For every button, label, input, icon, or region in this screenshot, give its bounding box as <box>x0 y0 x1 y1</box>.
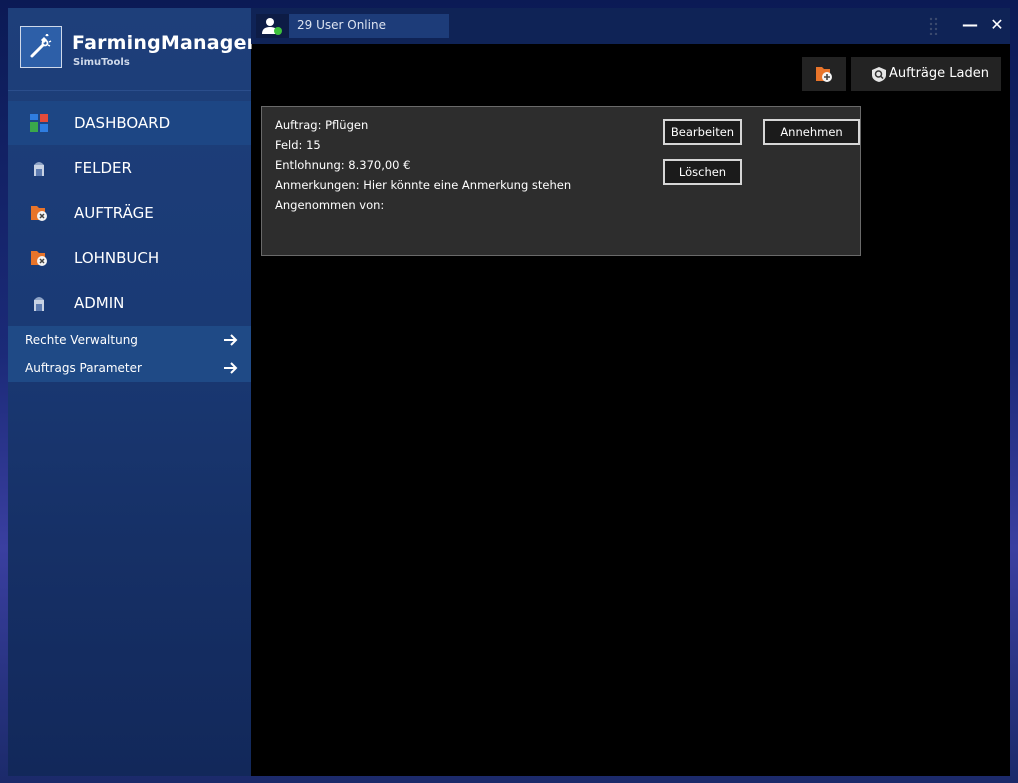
load-orders-button[interactable]: Aufträge Laden <box>851 57 1001 91</box>
sidebar-item-label: DASHBOARD <box>74 114 171 132</box>
delete-button[interactable]: Löschen <box>663 159 742 185</box>
order-card: Auftrag: Pflügen Feld: 15 Entlohnung: 8.… <box>261 106 861 256</box>
close-button[interactable]: ✕ <box>988 16 1006 34</box>
sidebar-item-dashboard[interactable]: DASHBOARD <box>8 101 251 145</box>
silo-icon <box>34 297 44 311</box>
app-subtitle: SimuTools <box>73 57 130 68</box>
sidebar-item-label: LOHNBUCH <box>74 249 160 267</box>
dashboard-icon <box>30 114 48 132</box>
sidebar-item-label: FELDER <box>74 159 132 177</box>
order-auftrag: Auftrag: Pflügen <box>275 118 369 132</box>
divider <box>8 90 251 91</box>
app-title: FarmingManager <box>72 32 257 54</box>
app-window: FarmingManager SimuTools DASHBOARD FELDE… <box>8 8 1010 776</box>
order-feld: Feld: 15 <box>275 138 321 152</box>
order-entlohnung: Entlohnung: 8.370,00 € <box>275 158 411 172</box>
search-shield-icon <box>872 67 886 82</box>
sidebar-item-felder[interactable]: FELDER <box>8 146 251 190</box>
silo-icon <box>34 162 44 176</box>
order-angenommen: Angenommen von: <box>275 198 385 212</box>
subnav-item-auftrags-parameter[interactable]: Auftrags Parameter <box>8 354 251 382</box>
folder-add-icon <box>816 67 832 82</box>
sidebar-item-label: AUFTRÄGE <box>74 204 154 222</box>
arrow-right-icon <box>224 334 238 346</box>
sidebar-item-auftraege[interactable]: AUFTRÄGE <box>8 191 251 235</box>
drag-grip-icon[interactable] <box>929 17 939 35</box>
accept-button[interactable]: Annehmen <box>763 119 860 145</box>
sidebar-item-label: ADMIN <box>74 294 125 312</box>
folder-cancel-icon <box>31 251 47 266</box>
subnav-item-label: Rechte Verwaltung <box>25 333 138 347</box>
subnav-item-rechte-verwaltung[interactable]: Rechte Verwaltung <box>8 326 251 354</box>
add-order-button[interactable] <box>802 57 846 91</box>
arrow-right-icon <box>224 362 238 374</box>
wrench-magic-icon <box>20 26 62 68</box>
online-users-badge: 29 User Online <box>256 14 449 38</box>
subnav-item-label: Auftrags Parameter <box>25 361 142 375</box>
title-bar: 29 User Online — ✕ <box>251 8 1010 44</box>
sidebar-item-lohnbuch[interactable]: LOHNBUCH <box>8 236 251 280</box>
order-anmerkungen: Anmerkungen: Hier könnte eine Anmerkung … <box>275 178 572 192</box>
minimize-button[interactable]: — <box>961 16 979 34</box>
load-orders-label: Aufträge Laden <box>889 66 989 81</box>
sidebar-item-admin[interactable]: ADMIN <box>8 281 251 325</box>
edit-button[interactable]: Bearbeiten <box>663 119 742 145</box>
user-online-icon <box>256 14 289 38</box>
sidebar: FarmingManager SimuTools DASHBOARD FELDE… <box>8 8 256 776</box>
folder-cancel-icon <box>31 206 47 221</box>
online-users-text: 29 User Online <box>297 18 386 32</box>
